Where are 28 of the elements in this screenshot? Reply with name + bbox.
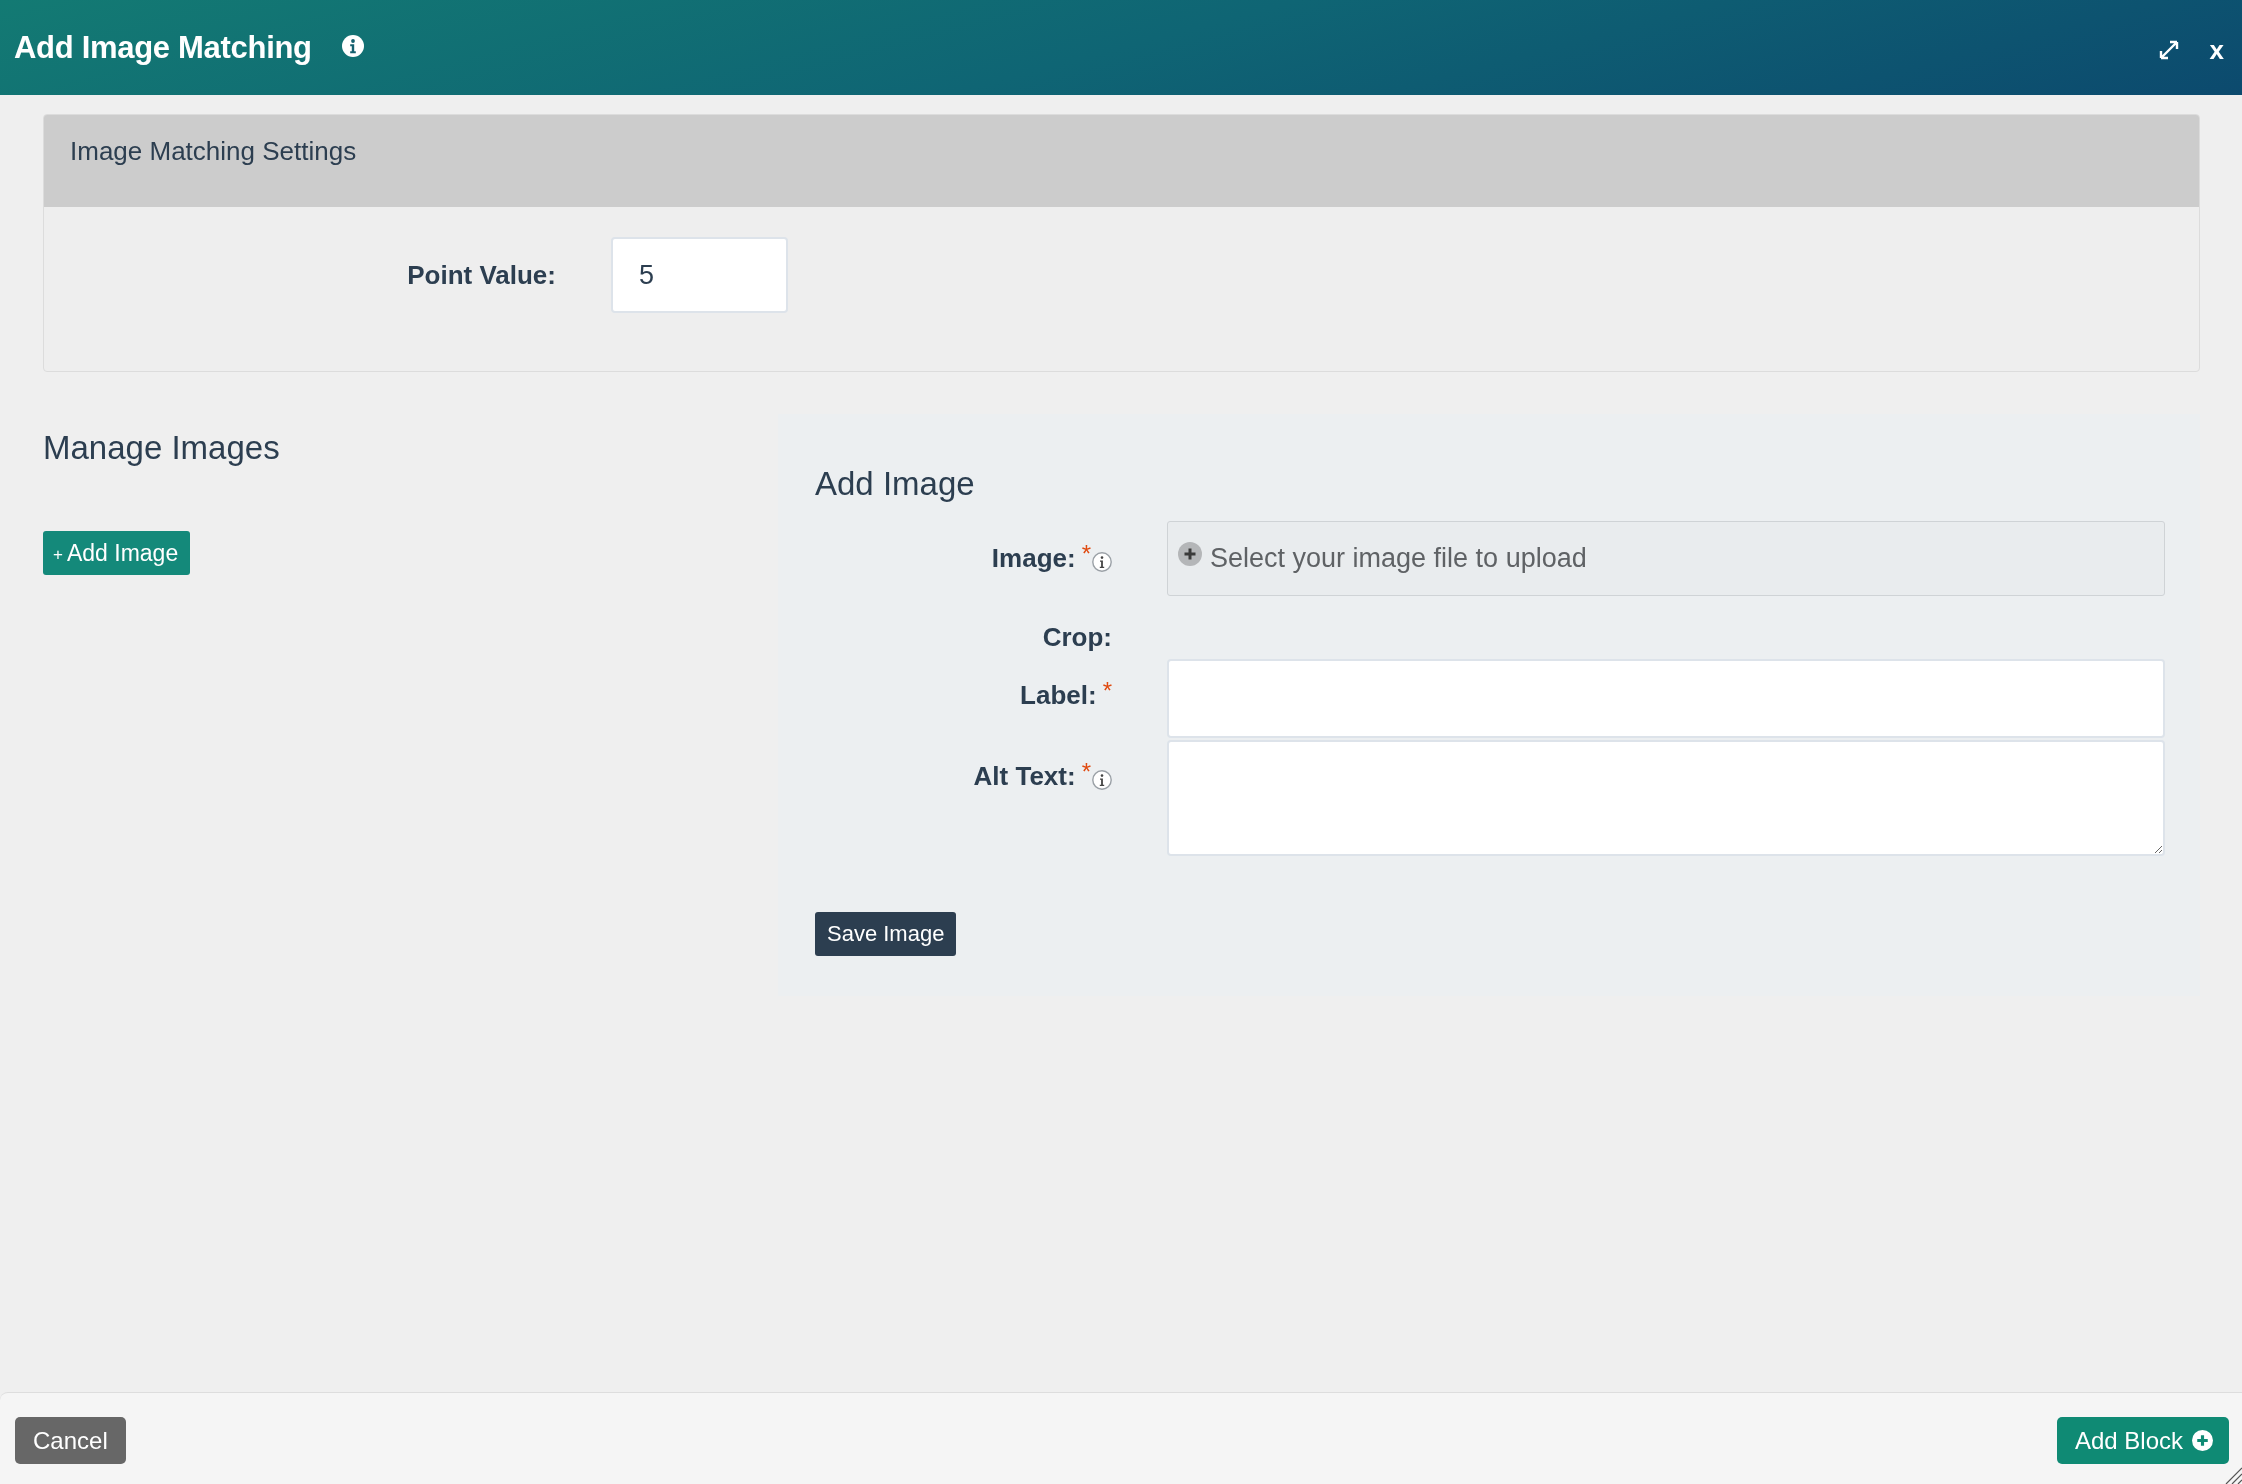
plus-circle-icon: [2192, 1430, 2213, 1451]
add-block-button[interactable]: Add Block: [2056, 1417, 2229, 1464]
field-label: Alt Text:: [973, 760, 1076, 792]
info-icon[interactable]: [1092, 770, 1112, 790]
section-title: Manage Images: [43, 428, 280, 468]
required-asterisk: *: [1102, 679, 1112, 703]
expand-icon[interactable]: [2157, 38, 2180, 61]
plus-circle-icon: [1178, 541, 1202, 566]
alt-text-input[interactable]: [1167, 740, 2165, 856]
panel-title: Image Matching Settings: [70, 135, 357, 167]
section-title: Add Image: [815, 464, 975, 504]
field-label: Label:: [1020, 679, 1097, 711]
resize-grip-icon[interactable]: [2224, 1466, 2242, 1484]
info-icon[interactable]: [341, 34, 364, 57]
file-upload-field[interactable]: Select your image file to upload: [1167, 521, 2165, 596]
required-asterisk: *: [1081, 542, 1091, 566]
field-label: Image:: [991, 542, 1076, 574]
field-label: Crop:: [1042, 621, 1112, 653]
add-image-button[interactable]: + Add Image: [43, 531, 191, 575]
label-input[interactable]: [1167, 659, 2165, 738]
field-label: Point Value:: [407, 259, 556, 291]
close-button[interactable]: x: [2205, 36, 2228, 63]
info-icon[interactable]: [1092, 552, 1112, 572]
dialog-title: Add Image Matching: [14, 29, 312, 66]
cancel-button[interactable]: Cancel: [15, 1417, 126, 1464]
save-image-button[interactable]: Save Image: [815, 912, 957, 956]
point-value-input[interactable]: 5: [611, 237, 788, 313]
required-asterisk: *: [1081, 760, 1091, 784]
